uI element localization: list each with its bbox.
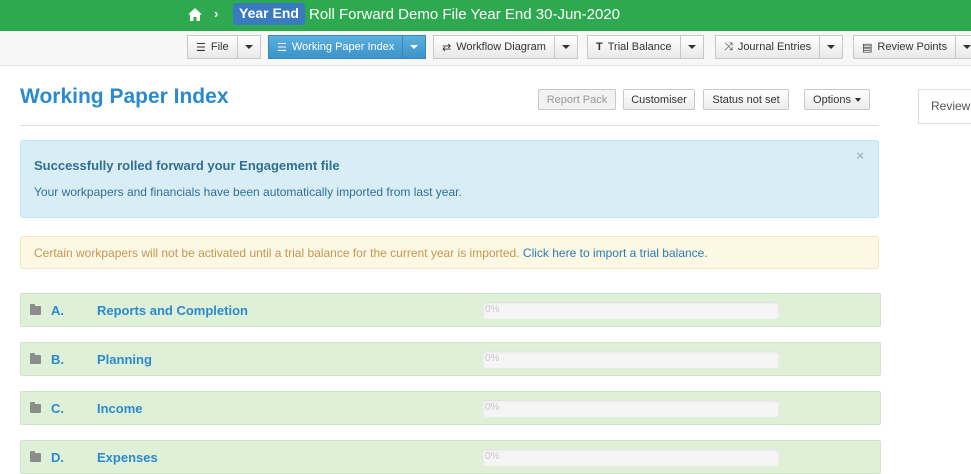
folder-icon	[30, 304, 41, 315]
progress-bar: 0%	[483, 449, 779, 466]
review-points-label: Review Points	[877, 41, 948, 53]
progress-bar: 0%	[483, 351, 779, 368]
success-alert: Successfully rolled forward your Engagem…	[20, 140, 879, 218]
workflow-diagram-button[interactable]: ⇄ Workflow Diagram	[433, 35, 555, 59]
section-letter: A.	[51, 303, 64, 318]
section-letter: D.	[51, 450, 64, 465]
journal-entries-button[interactable]: ⤨ Journal Entries	[715, 35, 821, 59]
caret-down-icon	[410, 45, 419, 49]
wpi-dropdown-button[interactable]	[403, 35, 427, 59]
journal-entries-dropdown-button[interactable]	[820, 35, 844, 59]
wpi-menu-group: ☰ Working Paper Index	[268, 35, 427, 59]
file-dropdown-button[interactable]	[237, 35, 261, 59]
section-row[interactable]: B. Planning 0%	[20, 342, 881, 376]
progress-label: 0%	[485, 304, 500, 315]
warning-alert: Certain workpapers will not be activated…	[20, 236, 879, 269]
trial-balance-menu-group: T Trial Balance	[587, 35, 704, 59]
folder-icon	[30, 402, 41, 413]
section-letter: B.	[51, 352, 64, 367]
folder-icon	[30, 451, 41, 462]
workflow-menu-group: ⇄ Workflow Diagram	[433, 35, 578, 59]
progress-bar: 0%	[483, 302, 779, 319]
text-height-icon: T	[596, 41, 603, 53]
section-row[interactable]: D. Expenses 0%	[20, 440, 881, 474]
home-icon[interactable]	[187, 7, 203, 23]
retweet-icon: ⇄	[442, 41, 452, 54]
section-name[interactable]: Reports and Completion	[97, 303, 248, 318]
options-label: Options	[813, 93, 851, 106]
shuffle-icon: ⤨	[724, 40, 733, 53]
year-end-badge[interactable]: Year End	[233, 3, 305, 25]
file-title: Roll Forward Demo File Year End 30-Jun-2…	[309, 6, 620, 23]
status-button[interactable]: Status not set	[703, 89, 789, 110]
alert-body: Your workpapers and financials have been…	[34, 185, 462, 199]
file-button[interactable]: ☰ File	[187, 35, 238, 59]
trial-balance-button[interactable]: T Trial Balance	[587, 35, 681, 59]
progress-label: 0%	[485, 353, 500, 364]
file-label: File	[210, 41, 229, 53]
import-trial-balance-link[interactable]: Click here to import a trial balance.	[523, 246, 708, 260]
section-name[interactable]: Expenses	[97, 450, 158, 465]
folder-icon	[30, 353, 41, 364]
workflow-dropdown-button[interactable]	[554, 35, 578, 59]
caret-down-icon	[963, 45, 971, 49]
wpi-label: Working Paper Index	[291, 41, 395, 53]
section-letter: C.	[51, 401, 64, 416]
customiser-button[interactable]: Customiser	[623, 89, 695, 110]
review-points-menu-group: ▤ Review Points	[853, 35, 971, 59]
trial-balance-dropdown-button[interactable]	[680, 35, 704, 59]
alert-heading: Successfully rolled forward your Engagem…	[34, 158, 340, 173]
review-points-dropdown-button[interactable]	[956, 35, 971, 59]
page-title: Working Paper Index	[20, 85, 229, 108]
caret-down-icon	[687, 45, 696, 49]
breadcrumb-chevron-icon: ›	[214, 6, 219, 21]
list-icon: ☰	[277, 41, 287, 54]
tab-divider	[918, 123, 971, 124]
toolbar: ☰ File ☰ Working Paper Index ⇄ Workflow …	[0, 31, 971, 66]
tab-review[interactable]: Review	[918, 89, 971, 123]
caret-down-icon	[827, 45, 836, 49]
caret-down-icon	[244, 45, 253, 49]
warning-text: Certain workpapers will not be activated…	[34, 246, 520, 260]
progress-label: 0%	[485, 451, 500, 462]
close-icon[interactable]: ×	[856, 148, 864, 163]
stack-icon: ▤	[862, 41, 873, 54]
working-paper-index-button[interactable]: ☰ Working Paper Index	[268, 35, 404, 59]
top-bar: › Year End Roll Forward Demo File Year E…	[0, 0, 971, 31]
journal-entries-menu-group: ⤨ Journal Entries	[715, 35, 844, 59]
section-name[interactable]: Planning	[97, 352, 152, 367]
journal-entries-label: Journal Entries	[737, 41, 812, 53]
file-menu-group: ☰ File	[187, 35, 261, 59]
report-pack-button[interactable]: Report Pack	[538, 89, 616, 110]
section-name[interactable]: Income	[97, 401, 143, 416]
header-divider	[20, 125, 879, 126]
trial-balance-label: Trial Balance	[607, 41, 672, 53]
section-row[interactable]: C. Income 0%	[20, 391, 881, 425]
options-button[interactable]: Options	[804, 89, 870, 110]
caret-down-icon	[561, 45, 570, 49]
progress-bar: 0%	[483, 400, 779, 417]
caret-down-icon	[854, 97, 861, 102]
review-points-button[interactable]: ▤ Review Points	[853, 35, 957, 59]
section-row[interactable]: A. Reports and Completion 0%	[20, 293, 881, 327]
progress-label: 0%	[485, 402, 500, 413]
workflow-label: Workflow Diagram	[456, 41, 546, 53]
list-icon: ☰	[196, 41, 206, 54]
